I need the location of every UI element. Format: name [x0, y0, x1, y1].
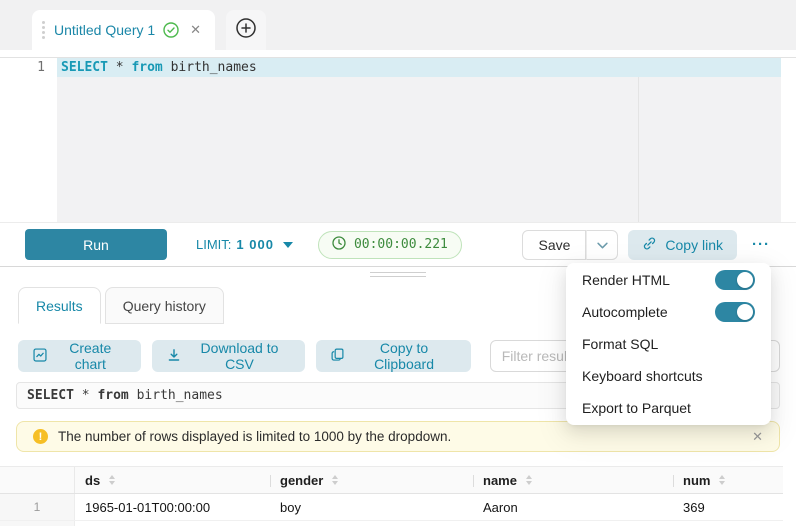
results-table: ds gender name num 1 1965-01-01T00:00:00…	[0, 466, 783, 526]
limit-dropdown[interactable]: LIMIT: 1 000	[196, 237, 293, 252]
limit-label: LIMIT:	[196, 237, 231, 252]
alert-message: The number of rows displayed is limited …	[58, 429, 451, 444]
column-header-gender[interactable]: gender	[270, 467, 473, 493]
limit-value: 1 000	[236, 237, 274, 252]
sort-icon	[719, 475, 725, 485]
more-options-button[interactable]: ···	[752, 236, 770, 253]
sql-text	[129, 388, 137, 403]
row-number-cell: 1	[0, 494, 75, 520]
sql-text	[163, 60, 171, 75]
create-chart-label: Create chart	[55, 340, 126, 372]
warning-icon: !	[33, 429, 48, 444]
query-tab-bar: Untitled Query 1 ✕	[0, 0, 796, 50]
row-number-cell	[0, 521, 75, 526]
create-chart-button[interactable]: Create chart	[18, 340, 141, 372]
resize-handle[interactable]	[370, 272, 426, 277]
query-timer: 00:00:00.221	[318, 231, 462, 259]
menu-item-autocomplete[interactable]: Autocomplete	[566, 296, 771, 328]
check-circle-icon	[163, 22, 179, 38]
new-tab-button[interactable]	[226, 10, 266, 50]
render-html-toggle[interactable]	[715, 270, 755, 290]
copy-link-button[interactable]: Copy link	[628, 230, 737, 260]
editor-line-number: 1	[0, 58, 45, 77]
column-label: name	[483, 473, 517, 488]
table-row-partial	[0, 521, 783, 526]
query-tab[interactable]: Untitled Query 1 ✕	[32, 10, 215, 50]
download-icon	[167, 348, 181, 365]
autocomplete-toggle[interactable]	[715, 302, 755, 322]
query-tab-title: Untitled Query 1	[54, 22, 155, 38]
column-label: gender	[280, 473, 323, 488]
run-button[interactable]: Run	[25, 229, 167, 260]
sql-keyword: SELECT	[27, 388, 74, 403]
copy-clipboard-button[interactable]: Copy to Clipboard	[316, 340, 470, 372]
sql-keyword: from	[97, 388, 128, 403]
editor-code-line: SELECT * from birth_names	[61, 58, 257, 77]
table-row: 1 1965-01-01T00:00:00 boy Aaron 369	[0, 494, 783, 521]
cell-ds: 1965-01-01T00:00:00	[75, 494, 270, 520]
menu-item-label: Autocomplete	[582, 304, 668, 320]
sql-keyword: SELECT	[61, 60, 108, 75]
sql-table-name: birth_names	[137, 388, 223, 403]
sql-keyword: from	[131, 60, 162, 75]
link-icon	[642, 236, 657, 254]
cell-name: Aaron	[473, 494, 673, 520]
elapsed-time: 00:00:00.221	[354, 237, 448, 252]
menu-item-format-sql[interactable]: Format SQL	[566, 328, 771, 360]
chart-icon	[33, 348, 47, 365]
save-options-button[interactable]	[586, 230, 618, 260]
sql-table-name: birth_names	[171, 60, 257, 75]
plus-circle-icon	[235, 17, 257, 44]
menu-item-label: Render HTML	[582, 272, 670, 288]
run-toolbar: Run LIMIT: 1 000 00:00:00.221 Save	[0, 222, 796, 266]
menu-item-label: Export to Parquet	[582, 400, 691, 416]
clock-icon	[332, 236, 346, 254]
cell-gender: boy	[270, 494, 473, 520]
menu-item-render-html[interactable]: Render HTML	[566, 264, 771, 296]
sort-icon	[332, 475, 338, 485]
save-button[interactable]: Save	[522, 230, 586, 260]
row-limit-alert: ! The number of rows displayed is limite…	[16, 421, 780, 452]
column-header-num[interactable]: num	[673, 467, 783, 493]
menu-item-keyboard-shortcuts[interactable]: Keyboard shortcuts	[566, 360, 771, 392]
sql-editor[interactable]: 1 SELECT * from birth_names	[0, 57, 796, 222]
column-header-name[interactable]: name	[473, 467, 673, 493]
cell-num: 369	[673, 494, 783, 520]
copy-icon	[331, 348, 344, 364]
save-split-button: Save	[522, 230, 618, 260]
menu-item-label: Format SQL	[582, 336, 658, 352]
copy-clipboard-label: Copy to Clipboard	[352, 340, 455, 372]
download-csv-label: Download to CSV	[189, 340, 291, 372]
column-label: ds	[85, 473, 100, 488]
sql-text: *	[108, 60, 131, 75]
column-label: num	[683, 473, 710, 488]
download-csv-button[interactable]: Download to CSV	[152, 340, 306, 372]
sort-icon	[109, 475, 115, 485]
row-number-header	[0, 467, 75, 493]
editor-print-margin	[638, 77, 639, 222]
copy-link-label: Copy link	[665, 237, 723, 253]
editor-background	[57, 58, 781, 222]
sort-icon	[526, 475, 532, 485]
menu-item-export-parquet[interactable]: Export to Parquet	[566, 392, 771, 424]
drag-dots-icon[interactable]	[42, 21, 45, 39]
column-header-ds[interactable]: ds	[75, 467, 270, 493]
table-header-row: ds gender name num	[0, 466, 783, 494]
tab-results[interactable]: Results	[18, 287, 101, 324]
caret-down-icon	[283, 242, 293, 248]
close-alert-icon[interactable]: ✕	[752, 429, 763, 445]
sql-text: *	[74, 388, 97, 403]
sql-lab-app: Untitled Query 1 ✕ 1 SELECT * from birth…	[0, 0, 796, 526]
options-menu: Render HTML Autocomplete Format SQL Keyb…	[566, 263, 771, 425]
menu-item-label: Keyboard shortcuts	[582, 368, 703, 384]
close-tab-icon[interactable]: ✕	[190, 22, 201, 38]
chevron-down-icon	[597, 236, 608, 254]
tab-query-history[interactable]: Query history	[105, 287, 224, 324]
